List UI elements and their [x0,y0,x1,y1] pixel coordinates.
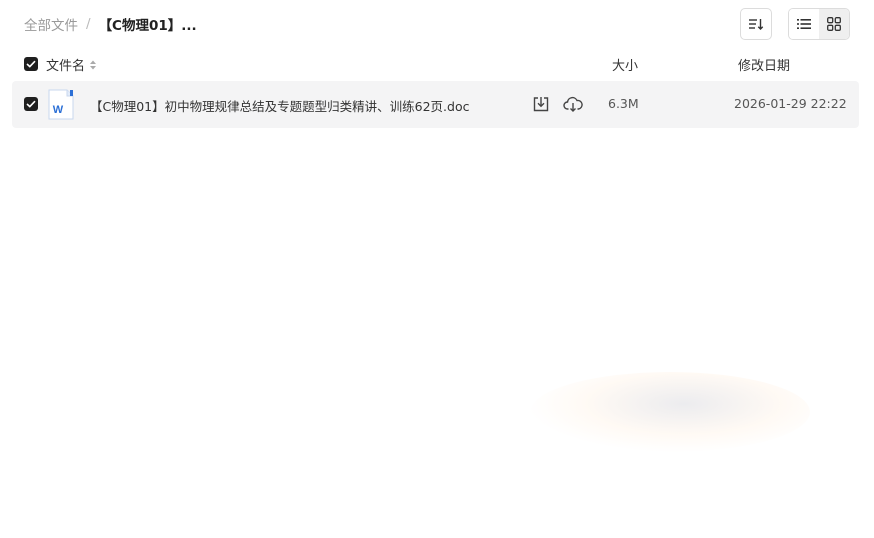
column-header-name-label: 文件名 [46,59,86,74]
word-doc-icon: W [48,89,74,120]
column-header-size[interactable]: 大小 [612,55,638,74]
sort-button[interactable] [740,8,772,40]
column-header-modified[interactable]: 修改日期 [738,55,790,74]
list-view-icon [797,19,811,29]
download-icon[interactable] [532,95,550,113]
list-view-button[interactable] [789,9,819,39]
grid-view-button[interactable] [819,9,849,39]
checkmark-icon [26,100,36,108]
row-checkbox[interactable] [24,97,38,111]
view-toggle [788,8,850,40]
sort-arrows-icon [90,60,97,69]
breadcrumb-root-link[interactable]: 全部文件 [24,14,78,34]
background-glow [530,372,810,452]
table-row[interactable]: W 【C物理01】初中物理规律总结及专题题型归类精讲、训练62页.doc 6.3… [12,81,859,128]
sort-icon [749,19,764,30]
file-modified-date: 2026-01-29 22:22 [734,96,847,111]
svg-text:W: W [53,104,64,116]
table-header: 文件名 大小 修改日期 [12,48,859,80]
breadcrumb-separator: / [86,16,91,32]
file-name[interactable]: 【C物理01】初中物理规律总结及专题题型归类精讲、训练62页.doc [90,96,469,115]
column-header-name[interactable]: 文件名 [46,55,97,74]
checkmark-icon [26,60,36,68]
cloud-save-icon[interactable] [563,95,583,113]
breadcrumb: 全部文件 / 【C物理01】... [24,14,197,34]
file-size: 6.3M [608,96,639,111]
breadcrumb-current-folder: 【C物理01】... [98,18,197,34]
grid-view-icon [827,17,841,31]
select-all-checkbox[interactable] [24,57,38,71]
